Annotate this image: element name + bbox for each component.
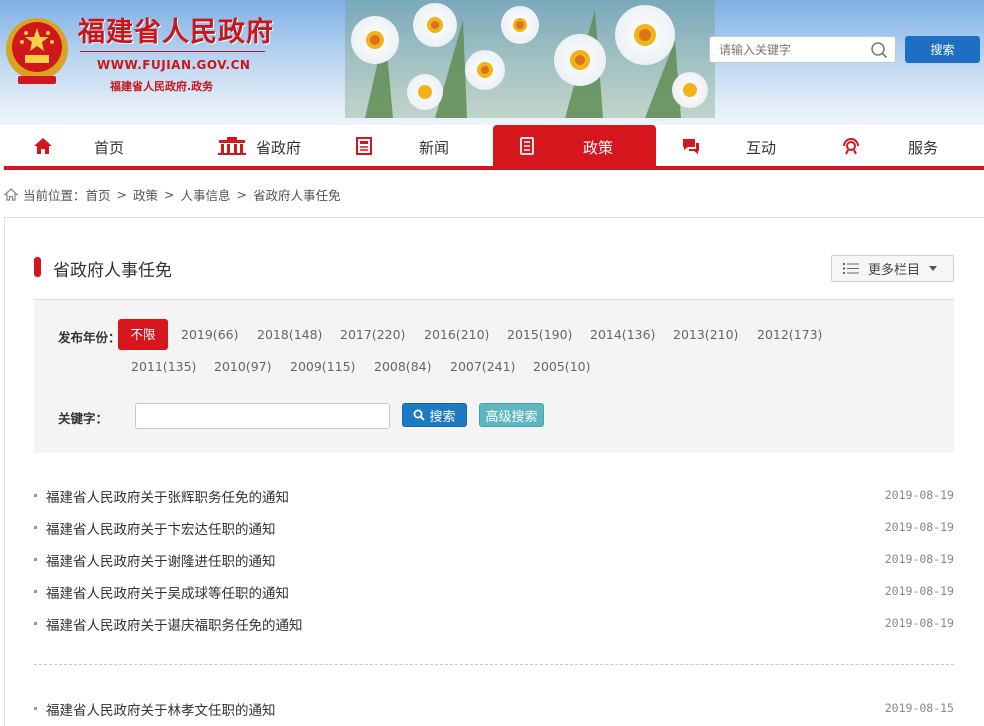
- list-item-date: 2019-08-19: [884, 488, 954, 502]
- title-underline: [80, 51, 265, 52]
- breadcrumb-policy[interactable]: 政策: [133, 185, 158, 204]
- bullet-icon: [34, 494, 37, 497]
- section-marker: [34, 257, 41, 277]
- year-option[interactable]: 2016(210): [424, 327, 489, 342]
- main-nav: 首页 省政府 新闻 政策 互动 服务: [0, 125, 984, 167]
- narcissus-banner-image: [345, 0, 715, 118]
- year-option[interactable]: 2008(84): [374, 359, 431, 374]
- filter-panel: [34, 299, 954, 453]
- breadcrumb-separator: >: [116, 186, 128, 202]
- chat-icon: [683, 139, 699, 154]
- search-icon: [413, 409, 426, 421]
- home-icon: [4, 187, 18, 201]
- bullet-icon: [34, 558, 37, 561]
- list-item-title[interactable]: 福建省人民政府关于卞宏达任职的通知: [46, 518, 276, 538]
- home-icon: [34, 138, 52, 154]
- nav-item-service[interactable]: 服务: [820, 125, 984, 167]
- year-option-unlimited[interactable]: 不限: [118, 319, 168, 350]
- nav-item-interaction[interactable]: 互动: [656, 125, 820, 167]
- nav-label-interaction: 互动: [746, 139, 777, 157]
- nav-item-policy[interactable]: 政策: [493, 125, 656, 167]
- header-search-input[interactable]: [710, 37, 860, 62]
- year-option[interactable]: 2007(241): [450, 359, 515, 374]
- breadcrumb-separator: >: [164, 186, 175, 202]
- list-icon: [843, 263, 859, 274]
- site-title[interactable]: 福建省人民政府: [78, 10, 274, 49]
- nav-label-home: 首页: [94, 139, 125, 157]
- advanced-search-button[interactable]: 高级搜索: [479, 403, 544, 427]
- year-option[interactable]: 2019(66): [181, 327, 238, 342]
- more-columns-label: 更多栏目: [868, 263, 921, 278]
- breadcrumb-separator: >: [236, 186, 248, 202]
- breadcrumb-personnel-info[interactable]: 人事信息: [181, 185, 231, 204]
- nav-underline: [4, 166, 984, 170]
- year-option[interactable]: 2015(190): [507, 327, 572, 342]
- header-search-button[interactable]: 搜索: [905, 36, 980, 63]
- year-option[interactable]: 2011(135): [131, 359, 196, 374]
- bullet-icon: [34, 526, 37, 529]
- bullet-icon: [34, 590, 37, 593]
- keyword-label: 关键字：: [58, 411, 109, 426]
- newspaper-icon: [356, 137, 372, 155]
- nav-label-policy: 政策: [583, 139, 614, 157]
- year-option[interactable]: 2018(148): [257, 327, 322, 342]
- list-item-date: 2019-08-19: [884, 616, 954, 630]
- list-item: 福建省人民政府关于卞宏达任职的通知 2019-08-19: [34, 518, 954, 538]
- section-title: 省政府人事任免: [53, 261, 172, 281]
- content-panel: [4, 217, 984, 726]
- list-item-date: 2019-08-19: [884, 520, 954, 534]
- list-item-date: 2019-08-19: [884, 552, 954, 566]
- document-icon: [520, 137, 534, 155]
- breadcrumb: 当前位置： 首页 > 政策 > 人事信息 > 省政府人事任免: [4, 185, 341, 203]
- list-item-title[interactable]: 福建省人民政府关于谢隆进任职的通知: [46, 550, 276, 570]
- breadcrumb-prefix: 当前位置：: [23, 187, 86, 203]
- list-item: 福建省人民政府关于吴成球等任职的通知 2019-08-19: [34, 582, 954, 602]
- list-item: 福建省人民政府关于林孝文任职的通知 2019-08-15: [34, 699, 954, 719]
- list-item-date: 2019-08-19: [884, 584, 954, 598]
- year-option[interactable]: 2009(115): [290, 359, 355, 374]
- chevron-down-icon: [929, 266, 938, 271]
- list-group-divider: [34, 664, 954, 665]
- more-columns-dropdown[interactable]: 更多栏目: [831, 255, 954, 282]
- breadcrumb-home[interactable]: 首页: [86, 185, 111, 204]
- list-item-title[interactable]: 福建省人民政府关于张辉职务任免的通知: [46, 486, 289, 506]
- list-item: 福建省人民政府关于谢隆进任职的通知 2019-08-19: [34, 550, 954, 570]
- year-option[interactable]: 2014(136): [590, 327, 655, 342]
- search-icon[interactable]: [870, 41, 888, 59]
- breadcrumb-current[interactable]: 省政府人事任免: [253, 185, 341, 204]
- keyword-search-label: 搜索: [429, 409, 456, 425]
- list-item-title[interactable]: 福建省人民政府关于吴成球等任职的通知: [46, 582, 289, 602]
- list-item: 福建省人民政府关于张辉职务任免的通知 2019-08-19: [34, 486, 954, 506]
- year-option[interactable]: 2017(220): [340, 327, 405, 342]
- list-item-title[interactable]: 福建省人民政府关于林孝文任职的通知: [46, 699, 276, 719]
- nav-label-service: 服务: [908, 139, 939, 157]
- building-icon: [218, 137, 246, 155]
- bullet-icon: [34, 707, 37, 710]
- year-option[interactable]: 2010(97): [214, 359, 271, 374]
- nav-label-news: 新闻: [419, 139, 450, 157]
- national-emblem-logo: [6, 18, 68, 84]
- header-search-box: [709, 36, 896, 63]
- bullet-icon: [34, 622, 37, 625]
- year-option[interactable]: 2005(10): [533, 359, 590, 374]
- nav-item-news[interactable]: 新闻: [328, 125, 492, 167]
- list-item: 福建省人民政府关于谌庆福职务任免的通知 2019-08-19: [34, 614, 954, 634]
- site-subtitle: 福建省人民政府.政务: [110, 80, 214, 93]
- site-url: WWW.FUJIAN.GOV.CN: [97, 58, 251, 72]
- year-filter-label: 发布年份：: [58, 330, 121, 345]
- service-icon: [843, 138, 859, 155]
- keyword-search-button[interactable]: 搜索: [402, 403, 467, 427]
- nav-label-government: 省政府: [256, 139, 302, 157]
- year-option[interactable]: 2012(173): [757, 327, 822, 342]
- nav-item-government[interactable]: 省政府: [164, 125, 328, 167]
- year-option[interactable]: 2013(210): [673, 327, 738, 342]
- keyword-input[interactable]: [135, 403, 390, 429]
- list-item-date: 2019-08-15: [884, 701, 954, 715]
- site-header: 福建省人民政府 WWW.FUJIAN.GOV.CN 福建省人民政府.政务 搜索: [0, 0, 984, 125]
- list-item-title[interactable]: 福建省人民政府关于谌庆福职务任免的通知: [46, 614, 303, 634]
- nav-item-home[interactable]: 首页: [0, 125, 164, 167]
